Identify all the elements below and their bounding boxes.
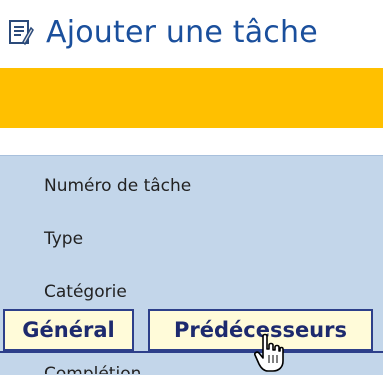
field-label-type: Type [44, 229, 84, 249]
field-label-category: Catégorie [44, 282, 127, 302]
hand-pointer-icon [254, 333, 284, 377]
notepad-icon [6, 17, 36, 47]
page-header: Ajouter une tâche [6, 10, 318, 54]
tab-general[interactable]: Général [3, 309, 134, 351]
tab-general-label: Général [22, 318, 115, 342]
tab-divider [0, 351, 383, 353]
page-title: Ajouter une tâche [46, 14, 318, 50]
status-banner [0, 68, 383, 128]
field-label-partial: Complétion [44, 364, 142, 374]
tab-bar: Général Prédécesseurs [0, 309, 383, 355]
field-label-task-number: Numéro de tâche [44, 176, 192, 196]
